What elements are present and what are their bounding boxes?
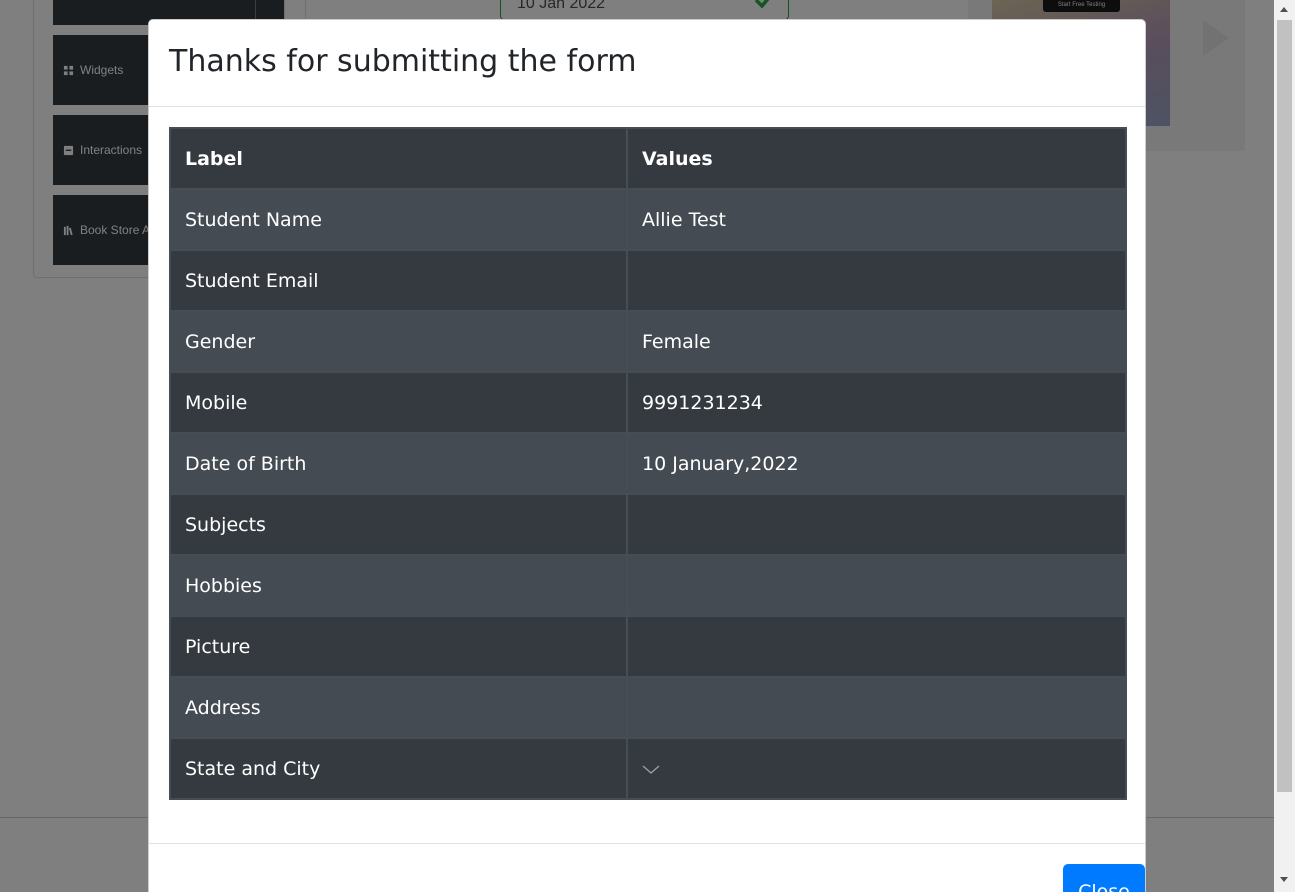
table-row: Mobile 9991231234 (169, 371, 1127, 434)
row-value (626, 554, 1127, 617)
table-row: State and City (169, 737, 1127, 800)
row-label: Mobile (169, 371, 628, 434)
row-label: Student Email (169, 249, 628, 312)
page-scrollbar[interactable] (1274, 0, 1295, 892)
row-label: Student Name (169, 188, 628, 251)
modal-footer: Close (149, 843, 1145, 892)
row-value: Female (626, 310, 1127, 373)
table-row: Gender Female (169, 310, 1127, 373)
column-header-label: Label (169, 127, 628, 190)
modal-title: Thanks for submitting the form (169, 44, 637, 79)
column-header-values: Values (626, 127, 1127, 190)
table-row: Date of Birth 10 January,2022 (169, 432, 1127, 495)
row-label: Gender (169, 310, 628, 373)
row-value (626, 493, 1127, 556)
row-label: Picture (169, 615, 628, 678)
row-value (626, 737, 1127, 800)
table-row: Address (169, 676, 1127, 739)
table-row: Student Email (169, 249, 1127, 312)
table-row: Picture (169, 615, 1127, 678)
row-value: 10 January,2022 (626, 432, 1127, 495)
row-label: Subjects (169, 493, 628, 556)
scroll-thumb[interactable] (1277, 20, 1292, 792)
modal-header: Thanks for submitting the form (149, 20, 1145, 107)
scroll-down-arrow-icon[interactable] (1280, 877, 1288, 882)
row-value: 9991231234 (626, 371, 1127, 434)
close-button[interactable]: Close (1063, 864, 1145, 892)
row-label: Address (169, 676, 628, 739)
chevron-down-icon (642, 765, 660, 774)
submission-modal: Thanks for submitting the form Label Val… (148, 19, 1146, 892)
table-row: Subjects (169, 493, 1127, 556)
row-value: Allie Test (626, 188, 1127, 251)
table-row: Hobbies (169, 554, 1127, 617)
row-value (626, 615, 1127, 678)
modal-body: Label Values Student Name Allie Test Stu… (149, 107, 1145, 820)
scroll-up-arrow-icon[interactable] (1280, 7, 1288, 12)
row-value (626, 676, 1127, 739)
results-table: Label Values Student Name Allie Test Stu… (169, 127, 1127, 800)
row-value (626, 249, 1127, 312)
row-label: Hobbies (169, 554, 628, 617)
table-row: Student Name Allie Test (169, 188, 1127, 251)
row-label: Date of Birth (169, 432, 628, 495)
table-header-row: Label Values (169, 127, 1127, 190)
row-label: State and City (169, 737, 628, 800)
